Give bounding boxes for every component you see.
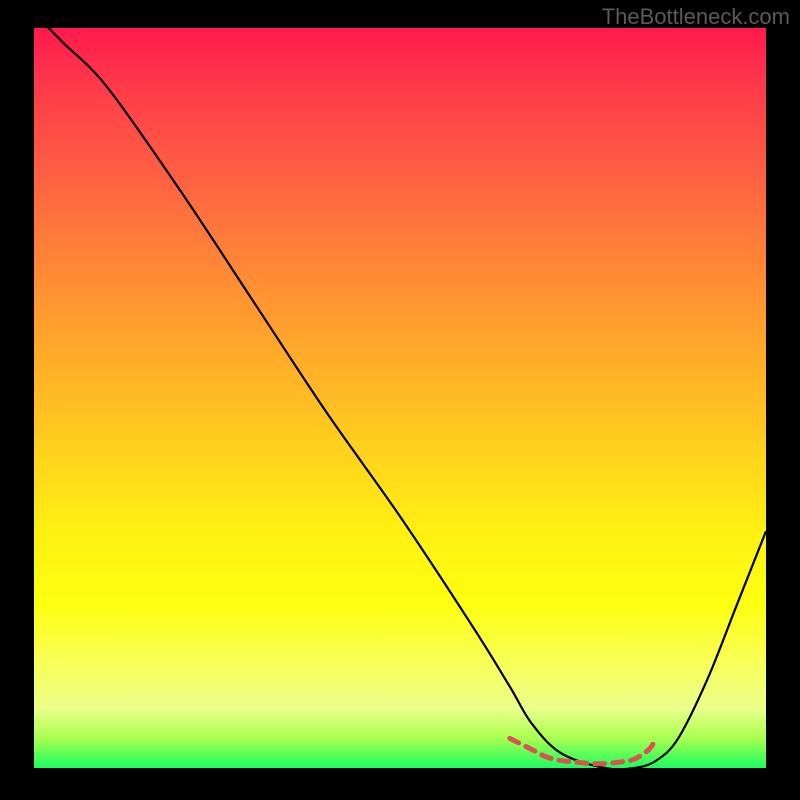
watermark-text: TheBottleneck.com [602,4,790,30]
bottleneck-curve-path [34,13,766,769]
chart-svg [34,28,766,768]
optimal-range-path [510,738,656,763]
